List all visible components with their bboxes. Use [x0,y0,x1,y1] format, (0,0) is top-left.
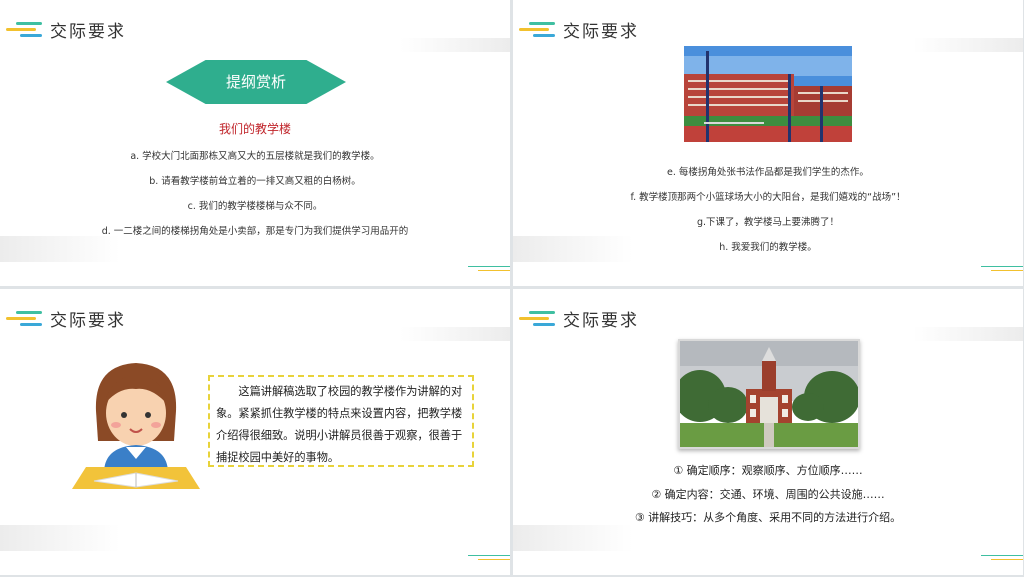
girl-reading-illustration [66,355,206,489]
decor-gradient [400,327,510,341]
slide-2[interactable]: 交际要求 e. 每楼拐角处张书法作品都是我们学生的杰作。 f. 教学楼顶那两个小… [513,0,1023,286]
campus-hall-photo [678,339,860,449]
decor-gradient [0,236,120,262]
tip-item: ① 确定顺序：观察顺序、方位顺序…… [673,464,863,477]
outline-line: c. 我们的教学楼楼梯与众不同。 [187,201,323,212]
decor-lines [981,555,1023,565]
outline-line: d. 一二楼之间的楼梯拐角处是小卖部，那是专门为我们提供学习用品开的 [101,226,409,237]
slide-1[interactable]: 交际要求 提纲赏析 我们的教学楼 a. 学校大门北面那栋又高又大的五层楼就是我们… [0,0,510,286]
decor-lines [981,266,1023,276]
decor-lines [468,555,510,565]
section-subtitle: 我们的教学楼 [218,122,291,136]
slide-title: 交际要求 [563,22,639,42]
title-logo-icon [6,309,42,329]
decor-gradient [513,525,633,551]
outline-line: a. 学校大门北面那栋又高又大的五层楼就是我们的教学楼。 [130,151,380,162]
commentary-box: 这篇讲解稿选取了校园的教学楼作为讲解的对象。紧紧抓住教学楼的特点来设置内容，把教… [208,375,474,467]
slide-title: 交际要求 [50,22,126,42]
banner-label: 提纲赏析 [225,73,286,91]
slide-4[interactable]: 交际要求 ① 确定顺序：观察顺序、方位顺序…… ② 确定内容：交通、环境、周围的… [513,289,1023,575]
decor-gradient [513,236,633,262]
tip-item: ③ 讲解技巧：从多个角度、采用不同的方法进行介绍。 [634,511,902,524]
slide-3[interactable]: 交际要求 这篇讲解稿选取了校园的教学楼作为讲解的对象。紧紧抓住教学楼的特点来设置… [0,289,510,575]
school-building-photo [684,46,852,142]
title-logo-icon [519,309,555,329]
decor-gradient [0,525,120,551]
outline-line: g.下课了，教学楼马上要沸腾了！ [696,217,840,228]
slide-title: 交际要求 [50,311,126,331]
decor-gradient [913,38,1023,52]
slide-title: 交际要求 [563,311,639,331]
title-logo-icon [519,20,555,40]
outline-line: b. 请看教学楼前耸立着的一排又高又粗的白杨树。 [149,176,361,187]
decor-gradient [913,327,1023,341]
title-logo-icon [6,20,42,40]
outline-line: f. 教学楼顶那两个小篮球场大小的大阳台，是我们嬉戏的“战场”！ [630,192,906,203]
decor-lines [468,266,510,276]
tip-item: ② 确定内容：交通、环境、周围的公共设施…… [651,488,885,501]
decor-gradient [400,38,510,52]
outline-line: e. 每楼拐角处张书法作品都是我们学生的杰作。 [667,167,869,178]
